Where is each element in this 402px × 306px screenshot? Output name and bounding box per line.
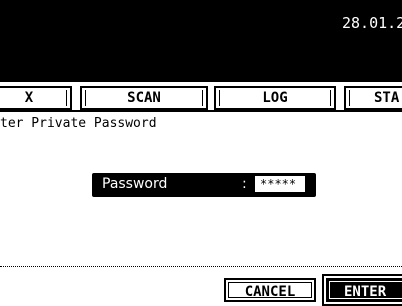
date-display: 28.01.20 [342, 14, 402, 32]
password-label: Password [102, 176, 168, 192]
cancel-button[interactable]: CANCEL [224, 278, 316, 302]
password-row: Password : [92, 173, 316, 197]
divider [0, 266, 402, 267]
tab-bar: X SCAN LOG STA [0, 82, 402, 112]
enter-button[interactable]: ENTER [322, 274, 402, 306]
panel-screen: 28.01.20 X SCAN LOG STA ter Private Pass… [0, 0, 402, 306]
tab-status[interactable]: STA [344, 86, 402, 110]
password-separator: : [242, 176, 247, 192]
tab-log[interactable]: LOG [214, 86, 336, 110]
header-bar: 28.01.20 [0, 0, 402, 82]
password-field[interactable] [255, 176, 305, 192]
password-prompt: ter Private Password [0, 116, 157, 131]
tab-fax[interactable]: X [0, 86, 72, 110]
tab-scan[interactable]: SCAN [80, 86, 208, 110]
